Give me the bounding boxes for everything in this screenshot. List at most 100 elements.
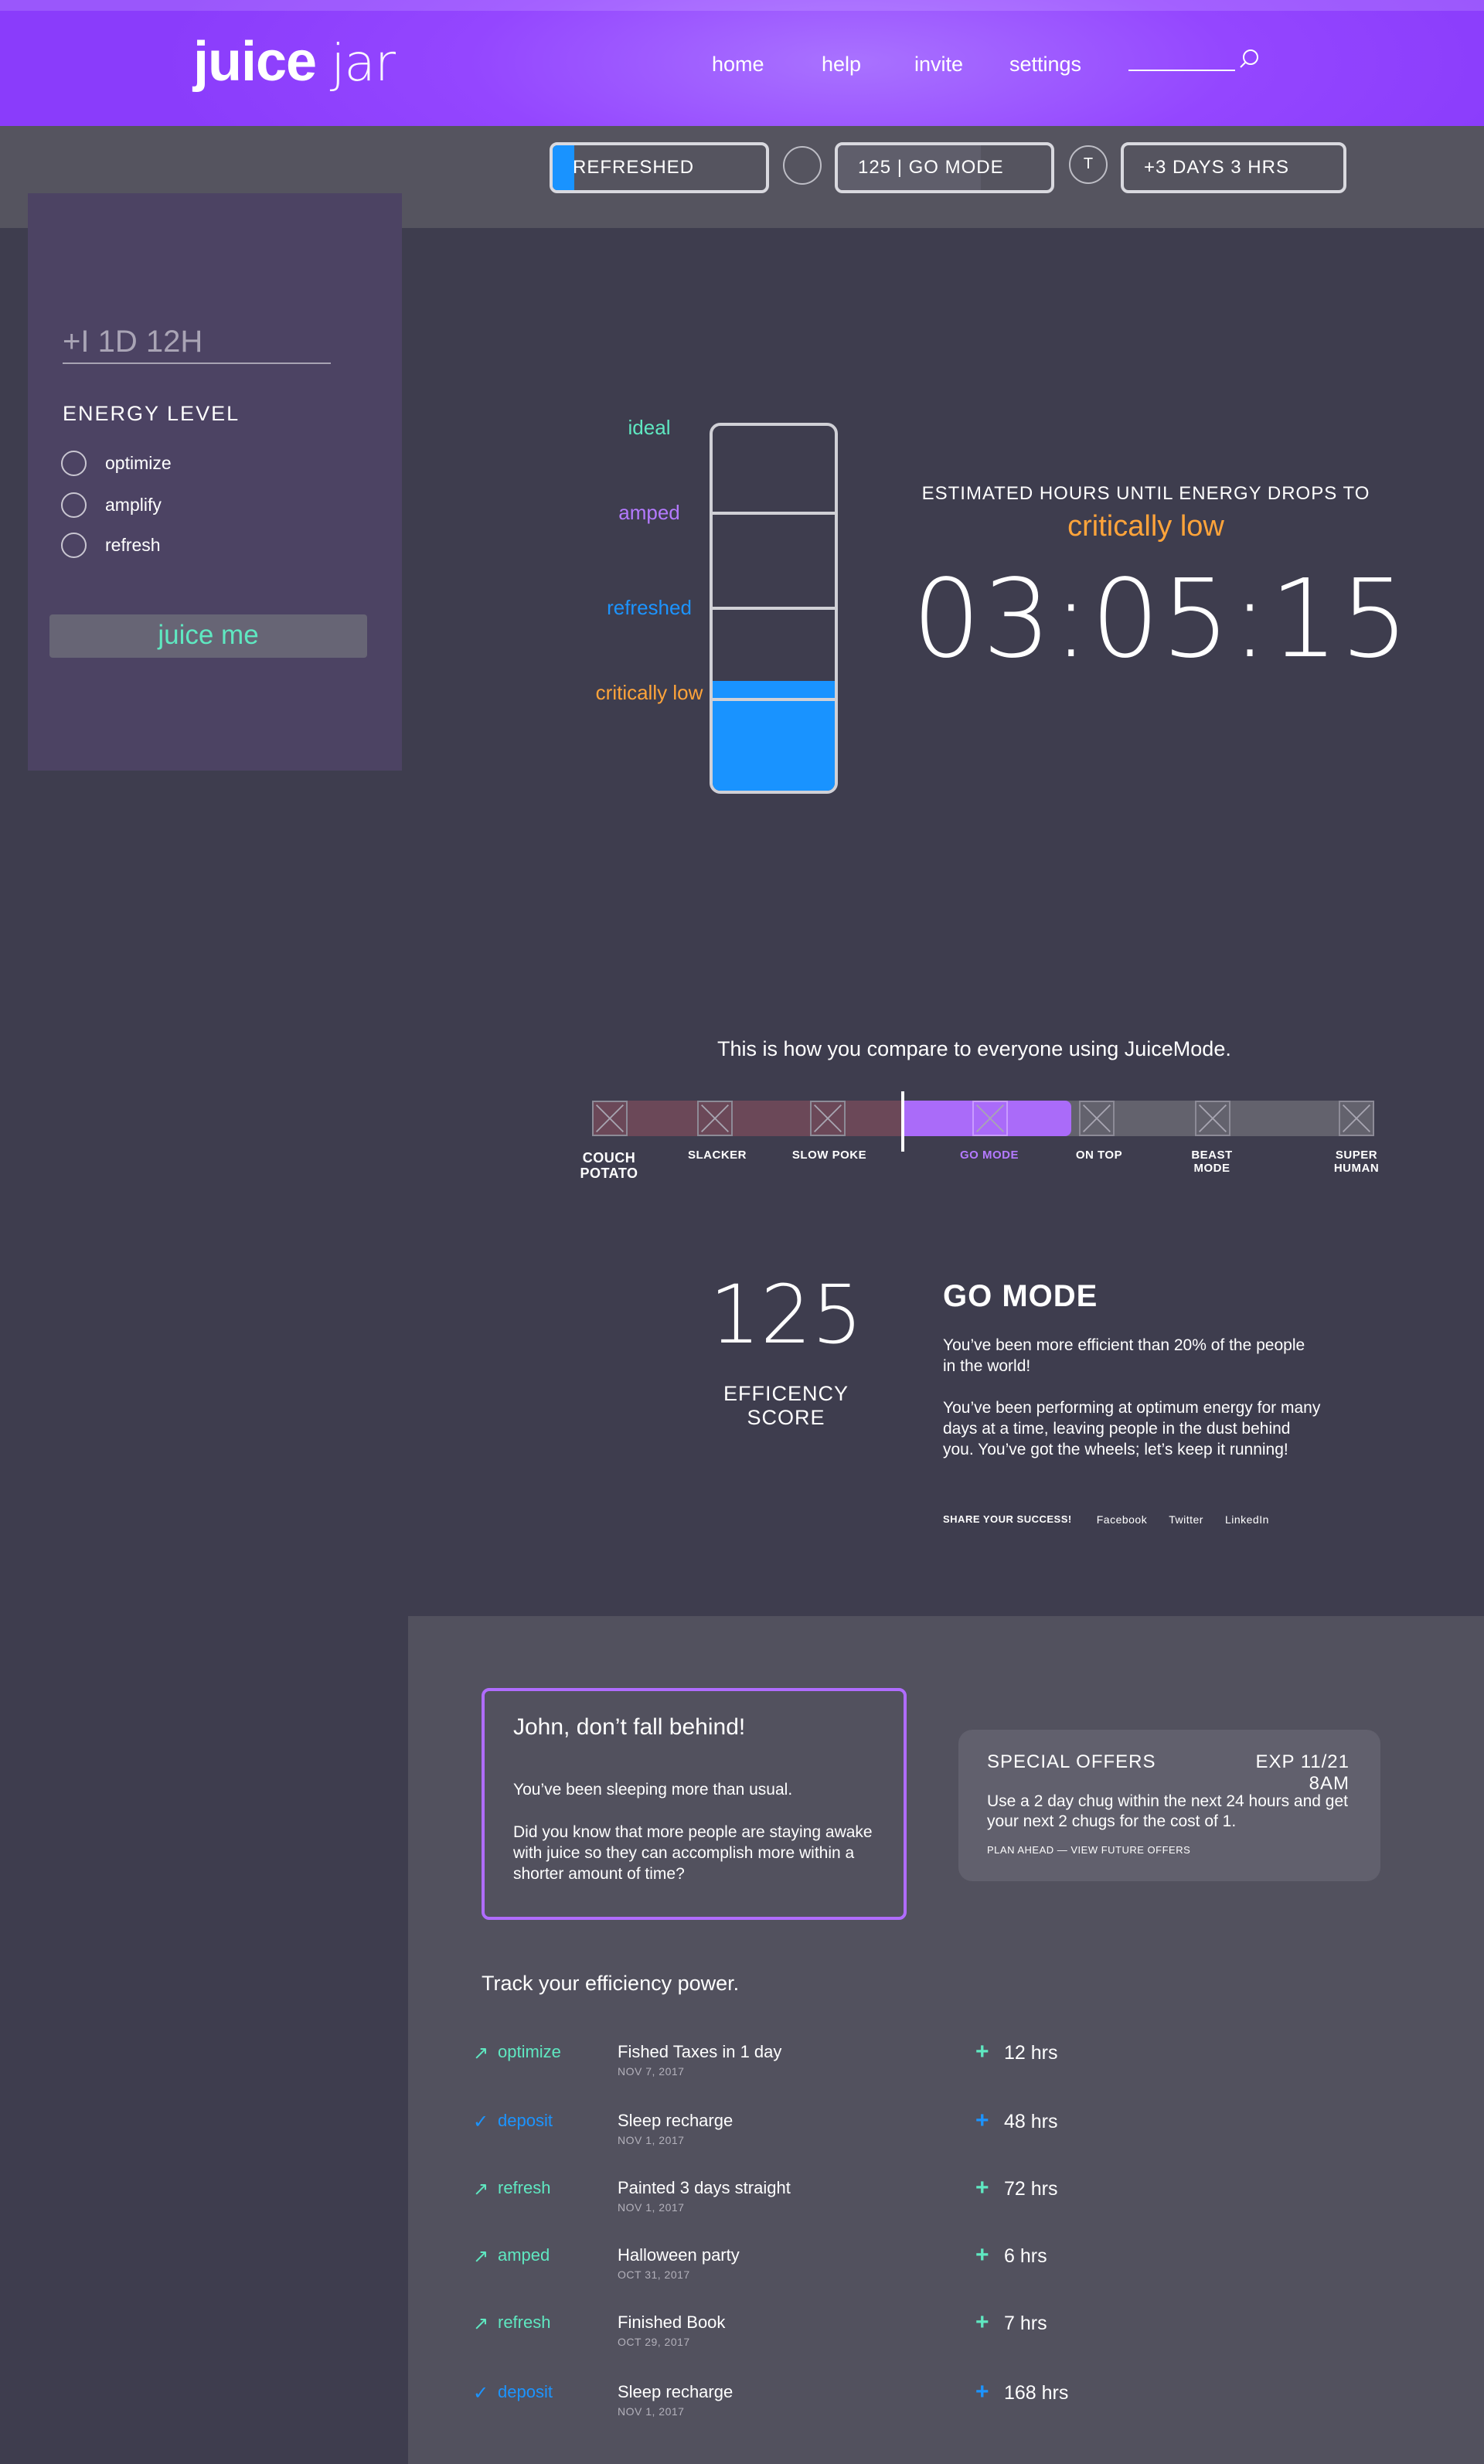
track-row[interactable]: ↗ amped Halloween party OCT 31, 2017 +6 hrs	[464, 2241, 1391, 2287]
time-pill[interactable]: +3 DAYS 3 HRS	[1121, 142, 1346, 193]
plus-icon: +	[975, 2108, 989, 2133]
radio-amplify[interactable]: amplify	[61, 492, 162, 518]
track-type: refresh	[498, 2313, 551, 2332]
track-name: Fished Taxes in 1 day	[618, 2042, 782, 2061]
track-date: OCT 31, 2017	[618, 2268, 690, 2281]
tier-marker-icon	[972, 1101, 1008, 1136]
search-icon[interactable]	[1238, 48, 1261, 71]
time-pill-label: +3 DAYS 3 HRS	[1144, 157, 1289, 178]
alert-paragraph: You’ve been sleeping more than usual.	[513, 1781, 793, 1799]
track-type: refresh	[498, 2178, 551, 2197]
logo[interactable]: juice jar	[193, 28, 396, 97]
radio-refresh[interactable]: refresh	[61, 532, 161, 558]
tier-label: COUCH POTATO	[580, 1150, 638, 1181]
trend-icon: ↗	[473, 2246, 489, 2267]
radio-circle[interactable]	[61, 532, 87, 558]
share-twitter[interactable]: Twitter	[1169, 1513, 1203, 1526]
track-name: Finished Book	[618, 2313, 726, 2332]
track-row[interactable]: ↗ optimize Fished Taxes in 1 day NOV 7, 201…	[464, 2037, 1391, 2084]
track-row[interactable]: ✓ deposit Sleep recharge NOV 1, 2017 +48 hrs	[464, 2106, 1391, 2153]
trend-icon: ↗	[473, 2313, 489, 2334]
plus-icon: +	[975, 2175, 989, 2200]
mode-paragraph: You’ve been more efficient than 20% of t…	[943, 1336, 1305, 1375]
offer-body: Use a 2 day chug within the next 24 hour…	[987, 1792, 1348, 1830]
track-hours: 12 hrs	[1004, 2042, 1058, 2064]
track-row[interactable]: ↗ refresh Painted 3 days straight NOV 1, 20…	[464, 2173, 1391, 2220]
share-label: SHARE YOUR SUCCESS!	[943, 1513, 1072, 1525]
score-pill-label: 125 | GO MODE	[858, 157, 1004, 178]
tank-divider	[713, 512, 835, 515]
energy-tank	[710, 423, 838, 794]
offer-title: SPECIAL OFFERS	[987, 1751, 1156, 1772]
track-date: NOV 1, 2017	[618, 2134, 685, 2146]
radio-circle[interactable]	[61, 492, 87, 518]
tank-divider	[713, 607, 835, 610]
track-name: Sleep recharge	[618, 2111, 733, 2130]
level-ideal: ideal	[628, 416, 671, 439]
estimate-level: critically low	[1067, 510, 1224, 543]
radio-label: amplify	[105, 494, 162, 515]
plus-icon: +	[975, 2379, 989, 2404]
track-date: NOV 1, 2017	[618, 2405, 685, 2418]
tier-label: SUPER HUMAN	[1333, 1149, 1380, 1175]
mode-title: GO MODE	[943, 1279, 1098, 1313]
estimate-label: ESTIMATED HOURS UNTIL ENERGY DROPS TO	[921, 483, 1370, 504]
t-badge[interactable]: T	[1069, 145, 1108, 184]
track-hours: 6 hrs	[1004, 2245, 1047, 2267]
track-name: Painted 3 days straight	[618, 2178, 791, 2197]
track-row[interactable]: ↗ refresh Finished Book OCT 29, 2017 +7 hrs	[464, 2308, 1391, 2354]
track-row[interactable]: ✓ deposit Sleep recharge NOV 1, 2017 +168 hr…	[464, 2377, 1391, 2424]
energy-level-label: REFRESHED	[573, 157, 695, 178]
juice-me-button[interactable]: juice me	[49, 614, 367, 658]
score-pill[interactable]: 125 | GO MODE	[835, 142, 1054, 193]
energy-panel	[28, 193, 402, 771]
search-input[interactable]	[1128, 70, 1235, 71]
radio-optimize[interactable]: optimize	[61, 450, 172, 476]
share-linkedin[interactable]: LinkedIn	[1225, 1513, 1269, 1526]
header: juice jar home help invite settings	[0, 0, 1484, 126]
efficiency-score-label: EFFICENCY SCORE	[723, 1382, 849, 1429]
nav-home[interactable]: home	[712, 53, 764, 77]
level-critically-low: critically low	[595, 681, 703, 704]
track-name: Sleep recharge	[618, 2382, 733, 2401]
tier-marker-icon	[1195, 1101, 1230, 1136]
trend-icon: ↗	[473, 2043, 489, 2064]
trend-icon: ✓	[473, 2112, 489, 2132]
nav-invite[interactable]: invite	[914, 53, 963, 77]
tier-label-current: GO MODE	[959, 1149, 1019, 1162]
track-title: Track your efficiency power.	[482, 1972, 740, 1995]
efficiency-score: 125	[709, 1268, 863, 1362]
track-type: amped	[498, 2245, 550, 2265]
offer-expiry: EXP 11/21 8AM	[1255, 1751, 1350, 1794]
share-facebook[interactable]: Facebook	[1097, 1513, 1147, 1526]
track-type: optimize	[498, 2042, 561, 2061]
alert-title: John, don’t fall behind!	[513, 1714, 746, 1740]
tier-label: BEAST MODE	[1191, 1149, 1233, 1175]
radio-circle[interactable]	[61, 450, 87, 476]
nav-help[interactable]: help	[822, 53, 861, 77]
track-hours: 168 hrs	[1004, 2382, 1069, 2404]
alert-paragraph: Did you know that more people are stayin…	[513, 1823, 873, 1883]
tier-marker-icon	[697, 1101, 733, 1136]
status-circle[interactable]	[783, 146, 822, 185]
header-top-strip	[0, 0, 1484, 11]
track-date: OCT 29, 2017	[618, 2336, 690, 2348]
level-refreshed: refreshed	[607, 596, 692, 619]
nav-settings[interactable]: settings	[1009, 53, 1081, 77]
view-future-offers-link[interactable]: PLAN AHEAD — VIEW FUTURE OFFERS	[987, 1844, 1190, 1856]
plus-icon: +	[975, 2309, 989, 2335]
plus-icon: +	[975, 2039, 989, 2064]
scale-below-segment	[592, 1101, 901, 1136]
plus-icon: +	[975, 2242, 989, 2268]
scale-marker	[901, 1091, 904, 1152]
energy-level-pill[interactable]: REFRESHED	[550, 142, 769, 193]
duration-input[interactable]	[63, 321, 331, 364]
track-hours: 48 hrs	[1004, 2111, 1058, 2132]
trend-icon: ✓	[473, 2383, 489, 2404]
trend-icon: ↗	[473, 2179, 489, 2200]
track-type: deposit	[498, 2382, 553, 2401]
tier-marker-icon	[1339, 1101, 1374, 1136]
countdown-timer: 03:05:15	[912, 556, 1411, 682]
logo-light: jar	[331, 33, 396, 93]
energy-level-fill	[553, 145, 574, 190]
